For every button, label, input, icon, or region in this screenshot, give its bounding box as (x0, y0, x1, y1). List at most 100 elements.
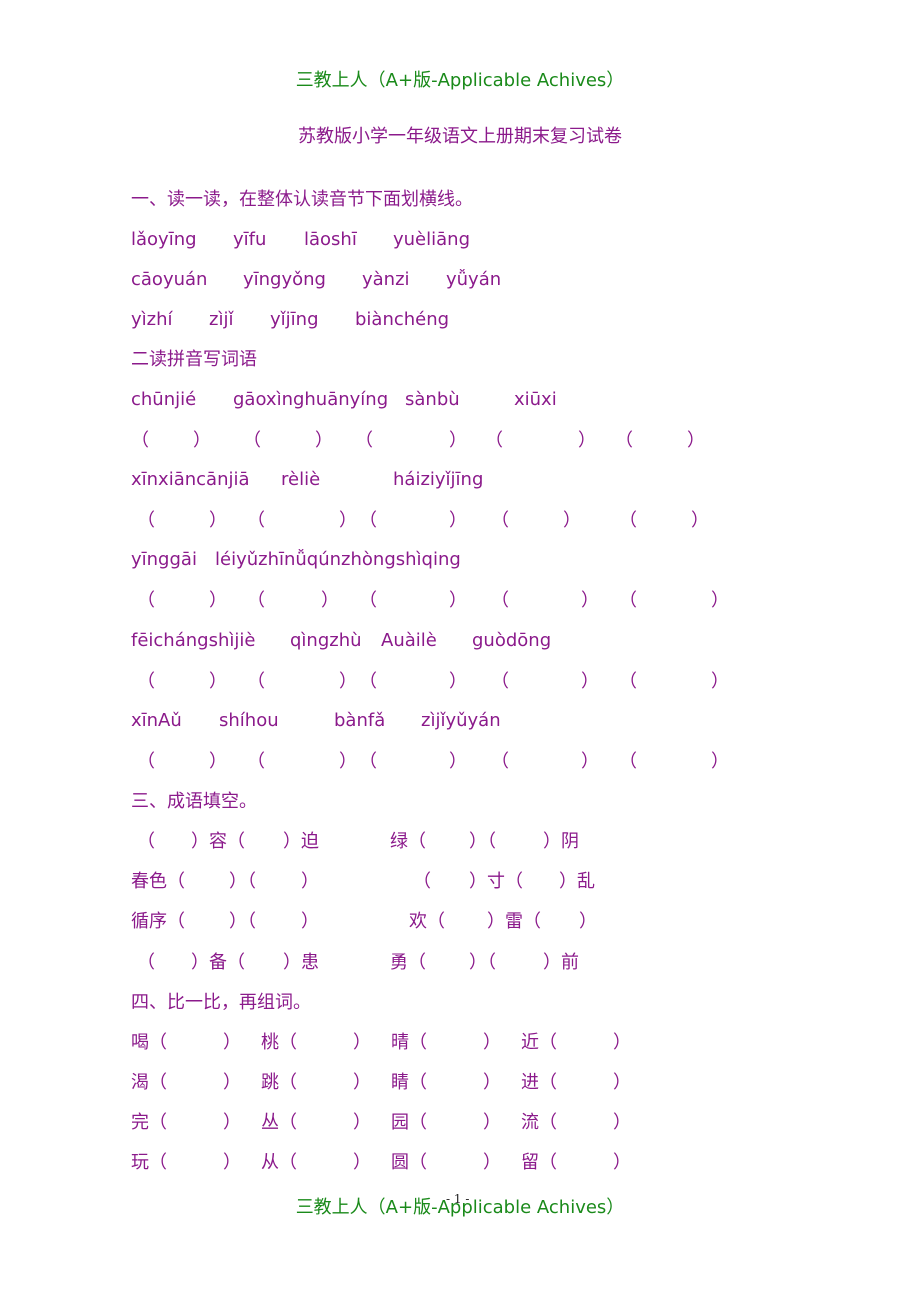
idiom-part: （ (137, 831, 155, 852)
blank-open-bracket: （ (491, 671, 509, 692)
blank-open-bracket: （ (619, 590, 637, 611)
blank-close-bracket: ） (353, 1072, 371, 1093)
blank-close-bracket: ） (321, 590, 339, 611)
pinyin-word: yǚyán (446, 269, 502, 290)
blank-close-bracket: ） (339, 751, 357, 772)
pinyin-word: fēichángshìjiè (131, 630, 256, 651)
blank-close-bracket: ） (353, 1032, 371, 1053)
idiom-part: 循序（ (131, 911, 185, 932)
blank-open-bracket: （ (247, 751, 265, 772)
blank-open-bracket: （ (279, 1152, 297, 1173)
blank-close-bracket: ） (483, 1032, 501, 1053)
blank-close-bracket: ） (209, 751, 227, 772)
blank-open-bracket: （ (539, 1112, 557, 1133)
blank-open-bracket: （ (359, 590, 377, 611)
blank-open-bracket: （ (355, 430, 373, 451)
blank-close-bracket: ） (353, 1152, 371, 1173)
blank-close-bracket: ） (449, 671, 467, 692)
blank-close-bracket: ） (223, 1072, 241, 1093)
pinyin-word: yīnggāi (131, 549, 197, 570)
idiom-part: ）阴 (543, 831, 579, 852)
blank-open-bracket: （ (539, 1072, 557, 1093)
idiom-part: （ (137, 952, 155, 973)
idiom-part: 绿（ (390, 831, 426, 852)
blank-close-bracket: ） (613, 1072, 631, 1093)
blank-open-bracket: （ (149, 1072, 167, 1093)
blank-open-bracket: （ (149, 1112, 167, 1133)
pinyin-word: yànzi (362, 269, 410, 290)
idiom-part: 春色（ (131, 871, 185, 892)
blank-close-bracket: ） (581, 671, 599, 692)
blank-open-bracket: （ (615, 430, 633, 451)
blank-close-bracket: ） (613, 1112, 631, 1133)
pinyin-word: sànbù (405, 389, 460, 410)
blank-open-bracket: （ (619, 510, 637, 531)
blank-open-bracket: （ (247, 671, 265, 692)
blank-close-bracket: ） (209, 510, 227, 531)
pinyin-word: háiziyǐjīng (393, 469, 484, 490)
blank-open-bracket: （ (539, 1032, 557, 1053)
pinyin-word: biànchéng (355, 309, 450, 330)
pinyin-word: zìjǐyǔyán (421, 710, 501, 731)
compare-char: 桃 (261, 1032, 279, 1053)
section4-heading: 四、比一比，再组词。 (131, 992, 311, 1013)
blank-open-bracket: （ (409, 1072, 427, 1093)
blank-open-bracket: （ (359, 671, 377, 692)
idiom-part: ）（ (469, 831, 496, 852)
blank-close-bracket: ） (613, 1152, 631, 1173)
blank-open-bracket: （ (247, 590, 265, 611)
blank-close-bracket: ） (563, 510, 581, 531)
compare-char: 近 (521, 1032, 539, 1053)
pinyin-word: yuèliāng (393, 229, 471, 250)
compare-char: 渴 (131, 1072, 149, 1093)
blank-close-bracket: ） (209, 671, 227, 692)
section1-heading: 一、读一读，在整体认读音节下面划横线。 (131, 189, 473, 210)
compare-char: 圆 (391, 1152, 409, 1173)
blank-close-bracket: ） (223, 1032, 241, 1053)
pinyin-word: yǐjīng (270, 309, 319, 330)
document-title: 苏教版小学一年级语文上册期末复习试卷 (298, 126, 622, 147)
page-header: 三教上人（A+版-Applicable Achives） (295, 70, 625, 91)
pinyin-word: yīfu (233, 229, 267, 250)
blank-open-bracket: （ (491, 590, 509, 611)
blank-close-bracket: ） (581, 751, 599, 772)
blank-close-bracket: ） (483, 1152, 501, 1173)
pinyin-word: rèliè (281, 469, 321, 490)
pinyin-word: bànfǎ (334, 710, 386, 731)
blank-close-bracket: ） (223, 1112, 241, 1133)
blank-close-bracket: ） (581, 590, 599, 611)
blank-close-bracket: ） (353, 1112, 371, 1133)
blank-open-bracket: （ (279, 1112, 297, 1133)
pinyin-word: chūnjié (131, 389, 197, 410)
compare-char: 留 (521, 1152, 539, 1173)
blank-close-bracket: ） (449, 590, 467, 611)
blank-close-bracket: ） (315, 430, 333, 451)
compare-char: 丛 (261, 1112, 279, 1133)
idiom-part: ）（ (229, 911, 256, 932)
blank-open-bracket: （ (279, 1072, 297, 1093)
pinyin-word: xīnxiāncānjiā (131, 469, 250, 490)
pinyin-word: yīngyǒng (243, 269, 326, 290)
page-number: - 1 - (446, 1192, 470, 1206)
compare-char: 进 (521, 1072, 539, 1093)
blank-close-bracket: ） (339, 510, 357, 531)
blank-open-bracket: （ (619, 751, 637, 772)
blank-close-bracket: ） (613, 1032, 631, 1053)
blank-open-bracket: （ (137, 590, 155, 611)
idiom-part: ）迫 (283, 831, 319, 852)
blank-open-bracket: （ (137, 671, 155, 692)
compare-char: 流 (521, 1112, 539, 1133)
pinyin-word: léiyǔzhīnǚqúnzhòngshìqing (215, 549, 461, 570)
blank-close-bracket: ） (449, 751, 467, 772)
idiom-part: ） (579, 911, 597, 932)
idiom-part: 勇（ (390, 952, 426, 973)
idiom-part: ）乱 (559, 871, 595, 892)
blank-open-bracket: （ (491, 510, 509, 531)
blank-close-bracket: ） (711, 671, 729, 692)
idiom-part: ）雷（ (487, 911, 541, 932)
blank-open-bracket: （ (247, 510, 265, 531)
compare-char: 玩 (131, 1152, 149, 1173)
blank-close-bracket: ） (483, 1072, 501, 1093)
blank-open-bracket: （ (409, 1032, 427, 1053)
compare-char: 从 (261, 1152, 279, 1173)
